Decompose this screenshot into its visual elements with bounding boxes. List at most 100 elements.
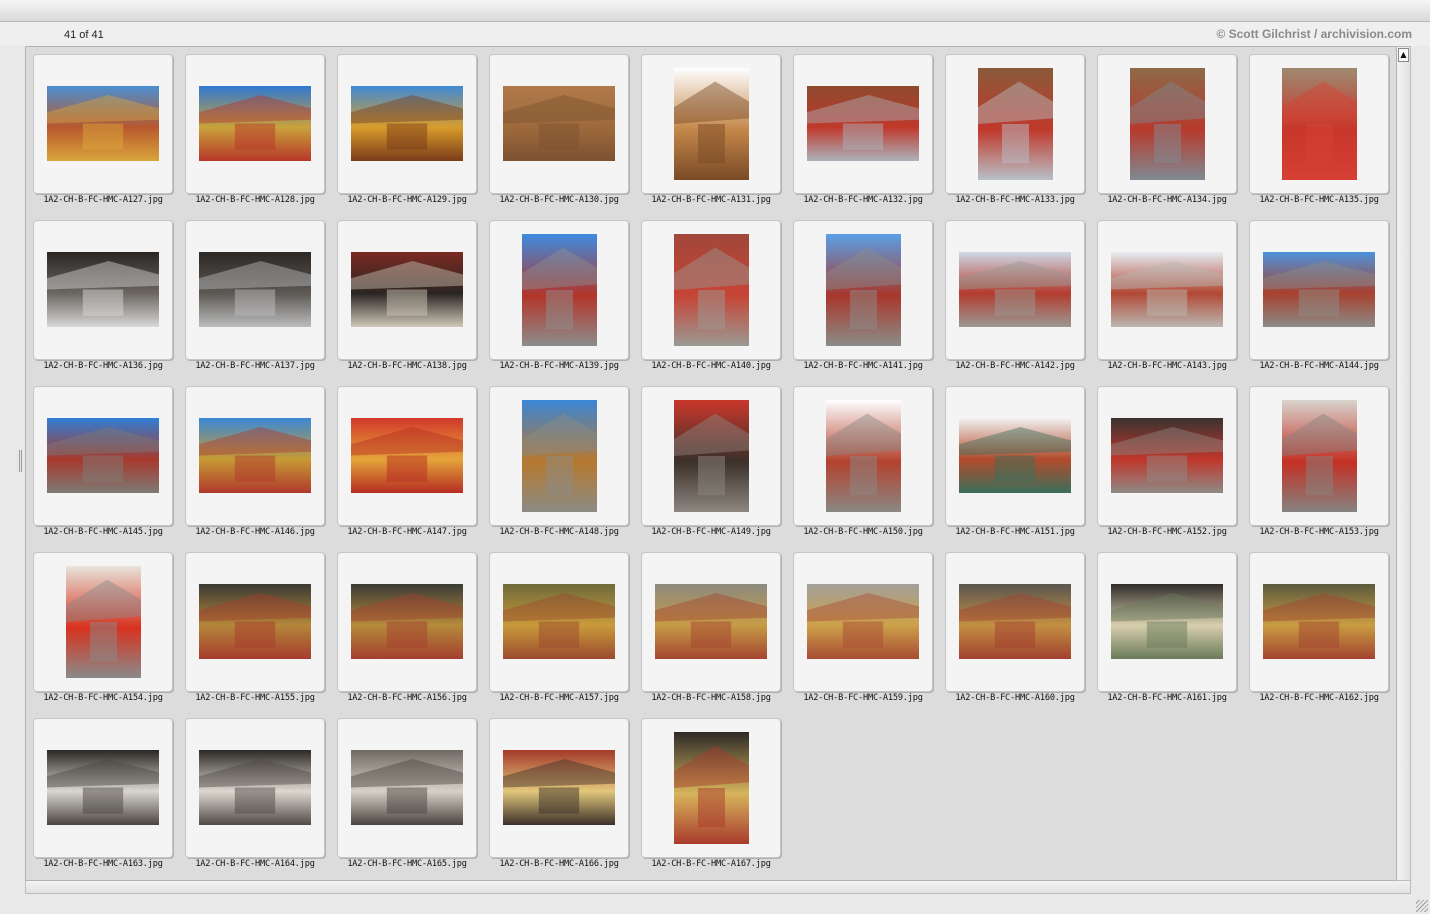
thumbnail-frame[interactable] (945, 220, 1085, 360)
thumbnail-frame[interactable] (337, 718, 477, 858)
thumbnail-image[interactable] (1263, 252, 1375, 327)
thumbnail-frame[interactable] (337, 220, 477, 360)
thumbnail-image[interactable] (674, 68, 749, 180)
thumbnail-image[interactable] (1111, 252, 1223, 327)
thumbnail-frame[interactable] (185, 386, 325, 526)
thumbnail-frame[interactable] (793, 552, 933, 692)
thumbnail-frame[interactable] (337, 552, 477, 692)
thumbnail-item[interactable]: 1A2-CH-B-FC-HMC-A150.jpg (786, 379, 933, 537)
thumbnail-image[interactable] (807, 584, 919, 659)
thumbnail-item[interactable]: 1A2-CH-B-FC-HMC-A136.jpg (26, 213, 173, 371)
thumbnail-image[interactable] (959, 418, 1071, 493)
thumbnail-item[interactable]: 1A2-CH-B-FC-HMC-A163.jpg (26, 711, 173, 869)
thumbnail-frame[interactable] (185, 552, 325, 692)
thumbnail-image[interactable] (199, 252, 311, 327)
thumbnail-frame[interactable] (1097, 552, 1237, 692)
thumbnail-frame[interactable] (33, 220, 173, 360)
thumbnail-image[interactable] (522, 400, 597, 512)
thumbnail-item[interactable]: 1A2-CH-B-FC-HMC-A152.jpg (1090, 379, 1237, 537)
thumbnail-item[interactable]: 1A2-CH-B-FC-HMC-A153.jpg (1242, 379, 1389, 537)
thumbnail-frame[interactable] (945, 54, 1085, 194)
thumbnail-item[interactable]: 1A2-CH-B-FC-HMC-A138.jpg (330, 213, 477, 371)
thumbnail-item[interactable]: 1A2-CH-B-FC-HMC-A148.jpg (482, 379, 629, 537)
thumbnail-item[interactable]: 1A2-CH-B-FC-HMC-A142.jpg (938, 213, 1085, 371)
thumbnail-frame[interactable] (489, 552, 629, 692)
thumbnail-frame[interactable] (489, 54, 629, 194)
thumbnail-frame[interactable] (489, 386, 629, 526)
thumbnail-frame[interactable] (33, 718, 173, 858)
thumbnail-item[interactable]: 1A2-CH-B-FC-HMC-A159.jpg (786, 545, 933, 703)
thumbnail-image[interactable] (674, 400, 749, 512)
thumbnail-item[interactable]: 1A2-CH-B-FC-HMC-A141.jpg (786, 213, 933, 371)
thumbnail-item[interactable]: 1A2-CH-B-FC-HMC-A162.jpg (1242, 545, 1389, 703)
thumbnail-frame[interactable] (1249, 552, 1389, 692)
thumbnail-item[interactable]: 1A2-CH-B-FC-HMC-A129.jpg (330, 47, 477, 205)
thumbnail-item[interactable]: 1A2-CH-B-FC-HMC-A139.jpg (482, 213, 629, 371)
thumbnail-image[interactable] (1130, 68, 1205, 180)
thumbnail-item[interactable]: 1A2-CH-B-FC-HMC-A144.jpg (1242, 213, 1389, 371)
thumbnail-image[interactable] (807, 86, 919, 161)
thumbnail-item[interactable]: 1A2-CH-B-FC-HMC-A167.jpg (634, 711, 781, 869)
thumbnail-image[interactable] (47, 86, 159, 161)
thumbnail-item[interactable]: 1A2-CH-B-FC-HMC-A128.jpg (178, 47, 325, 205)
thumbnail-frame[interactable] (641, 220, 781, 360)
thumbnail-item[interactable]: 1A2-CH-B-FC-HMC-A160.jpg (938, 545, 1085, 703)
thumbnail-image[interactable] (351, 252, 463, 327)
thumbnail-item[interactable]: 1A2-CH-B-FC-HMC-A143.jpg (1090, 213, 1237, 371)
thumbnail-image[interactable] (503, 750, 615, 825)
thumbnail-frame[interactable] (33, 54, 173, 194)
thumbnail-item[interactable]: 1A2-CH-B-FC-HMC-A165.jpg (330, 711, 477, 869)
vertical-scrollbar[interactable]: ▲ (1397, 46, 1411, 881)
thumbnail-item[interactable]: 1A2-CH-B-FC-HMC-A131.jpg (634, 47, 781, 205)
resize-grip-icon[interactable] (1416, 900, 1428, 912)
thumbnail-image[interactable] (199, 584, 311, 659)
thumbnail-frame[interactable] (337, 386, 477, 526)
scroll-up-button[interactable]: ▲ (1398, 48, 1409, 62)
thumbnail-frame[interactable] (1249, 54, 1389, 194)
thumbnail-item[interactable]: 1A2-CH-B-FC-HMC-A145.jpg (26, 379, 173, 537)
thumbnail-item[interactable]: 1A2-CH-B-FC-HMC-A135.jpg (1242, 47, 1389, 205)
thumbnail-image[interactable] (826, 400, 901, 512)
thumbnail-image[interactable] (199, 86, 311, 161)
thumbnail-image[interactable] (959, 252, 1071, 327)
thumbnail-frame[interactable] (1249, 386, 1389, 526)
horizontal-scrollbar[interactable] (25, 881, 1411, 894)
thumbnail-image[interactable] (47, 252, 159, 327)
thumbnail-item[interactable]: 1A2-CH-B-FC-HMC-A154.jpg (26, 545, 173, 703)
thumbnail-image[interactable] (503, 584, 615, 659)
thumbnail-frame[interactable] (641, 386, 781, 526)
thumbnail-frame[interactable] (793, 220, 933, 360)
thumbnail-image[interactable] (655, 584, 767, 659)
thumbnail-item[interactable]: 1A2-CH-B-FC-HMC-A155.jpg (178, 545, 325, 703)
thumbnail-image[interactable] (1111, 584, 1223, 659)
thumbnail-image[interactable] (199, 418, 311, 493)
thumbnail-image[interactable] (351, 418, 463, 493)
thumbnail-image[interactable] (674, 732, 749, 844)
thumbnail-image[interactable] (351, 86, 463, 161)
thumbnail-frame[interactable] (185, 54, 325, 194)
thumbnail-image[interactable] (1111, 418, 1223, 493)
thumbnail-frame[interactable] (185, 220, 325, 360)
thumbnail-image[interactable] (522, 234, 597, 346)
thumbnail-image[interactable] (826, 234, 901, 346)
thumbnail-item[interactable]: 1A2-CH-B-FC-HMC-A158.jpg (634, 545, 781, 703)
thumbnail-item[interactable]: 1A2-CH-B-FC-HMC-A147.jpg (330, 379, 477, 537)
thumbnail-item[interactable]: 1A2-CH-B-FC-HMC-A137.jpg (178, 213, 325, 371)
thumbnail-item[interactable]: 1A2-CH-B-FC-HMC-A132.jpg (786, 47, 933, 205)
thumbnail-image[interactable] (1263, 584, 1375, 659)
thumbnail-item[interactable]: 1A2-CH-B-FC-HMC-A151.jpg (938, 379, 1085, 537)
thumbnail-frame[interactable] (641, 54, 781, 194)
thumbnail-image[interactable] (66, 566, 141, 678)
thumbnail-image[interactable] (351, 584, 463, 659)
thumbnail-item[interactable]: 1A2-CH-B-FC-HMC-A134.jpg (1090, 47, 1237, 205)
splitter-handle[interactable] (19, 450, 22, 472)
thumbnail-item[interactable]: 1A2-CH-B-FC-HMC-A146.jpg (178, 379, 325, 537)
thumbnail-item[interactable]: 1A2-CH-B-FC-HMC-A164.jpg (178, 711, 325, 869)
thumbnail-item[interactable]: 1A2-CH-B-FC-HMC-A161.jpg (1090, 545, 1237, 703)
thumbnail-item[interactable]: 1A2-CH-B-FC-HMC-A127.jpg (26, 47, 173, 205)
thumbnail-frame[interactable] (489, 220, 629, 360)
thumbnail-frame[interactable] (641, 718, 781, 858)
thumbnail-image[interactable] (959, 584, 1071, 659)
thumbnail-item[interactable]: 1A2-CH-B-FC-HMC-A130.jpg (482, 47, 629, 205)
thumbnail-frame[interactable] (1249, 220, 1389, 360)
